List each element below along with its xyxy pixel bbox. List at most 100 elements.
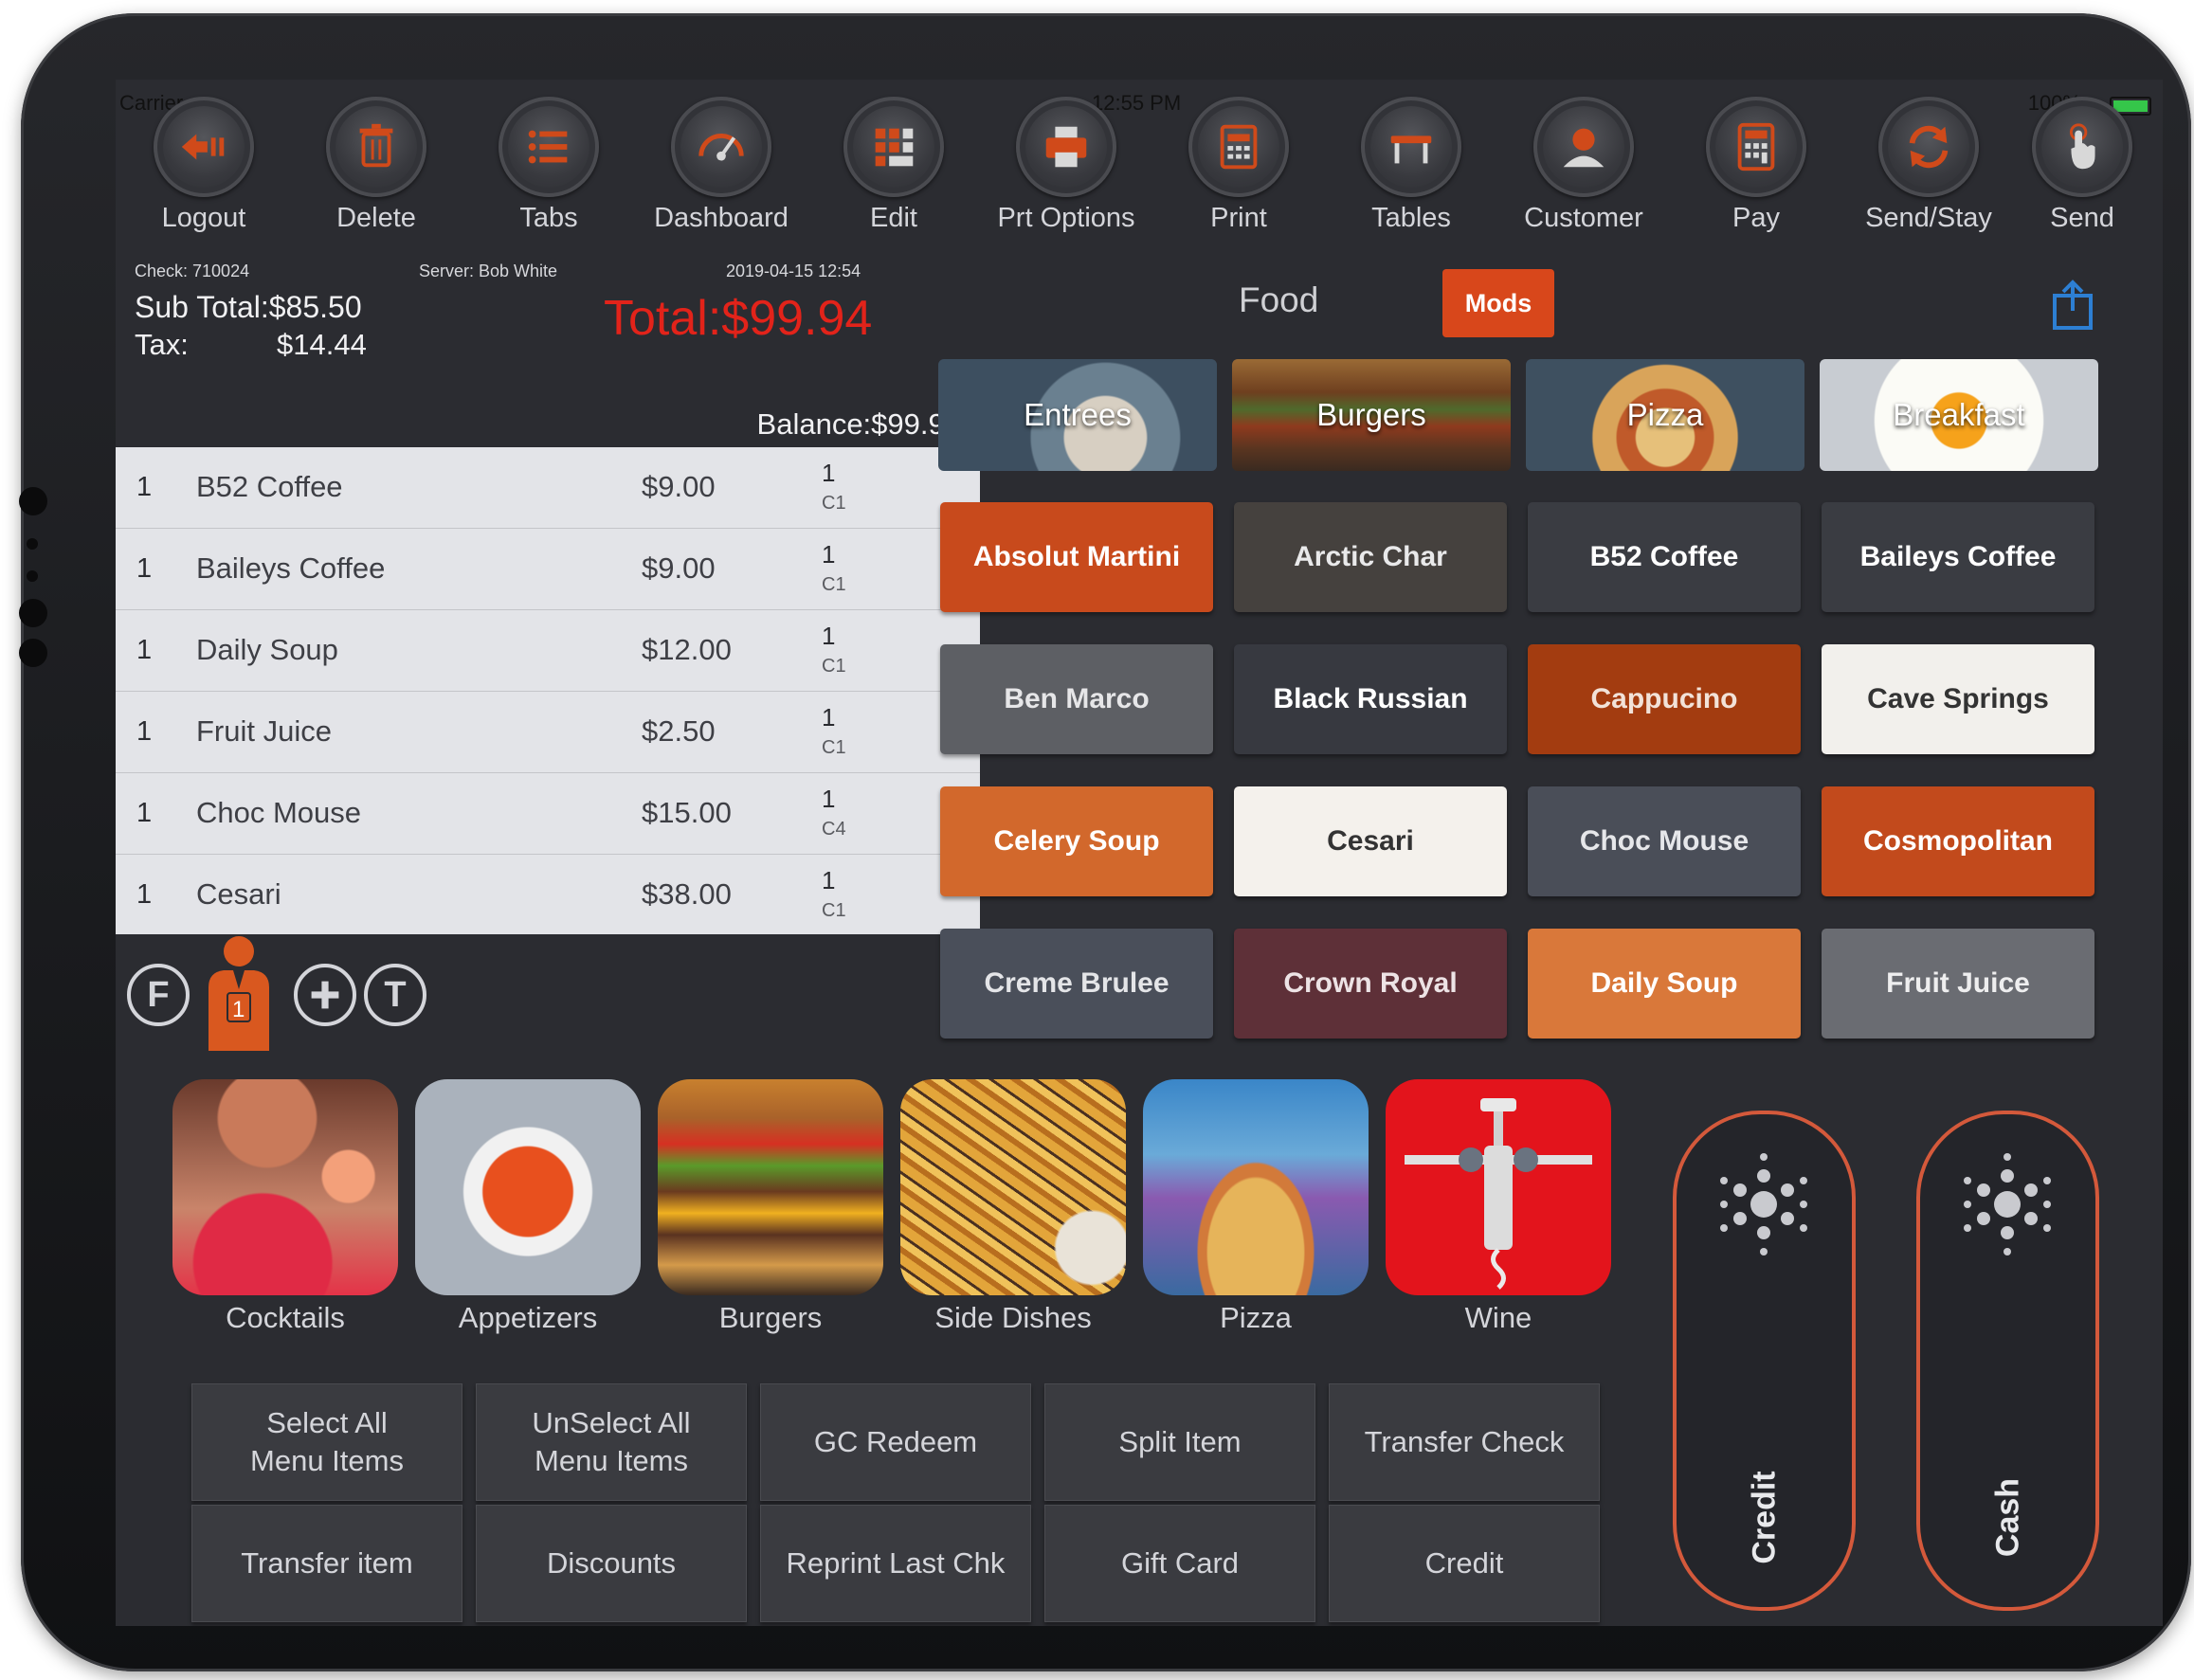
- order-row[interactable]: 1 Baileys Coffee $9.00 1 C1: [116, 529, 980, 610]
- credit-action-button[interactable]: Credit: [1329, 1505, 1600, 1622]
- order-row[interactable]: 1 B52 Coffee $9.00 1 C1: [116, 447, 980, 529]
- order-seat: 1: [822, 622, 836, 650]
- category-burgers[interactable]: Burgers: [1232, 359, 1511, 471]
- category-wine[interactable]: Wine: [1386, 1079, 1611, 1335]
- tabs-button[interactable]: Tabs: [468, 97, 629, 234]
- category-cocktails[interactable]: Cocktails: [172, 1079, 398, 1335]
- list-icon: [499, 97, 599, 197]
- toolbar: Logout Delete Tabs Dashboard Edit Prt Op…: [116, 97, 2163, 248]
- mods-button[interactable]: Mods: [1442, 269, 1554, 337]
- toolbar-label: Customer: [1524, 203, 1643, 233]
- menu-item-button[interactable]: Choc Mouse: [1528, 786, 1801, 896]
- order-row[interactable]: 1 Daily Soup $12.00 1 C1: [116, 610, 980, 692]
- seat-selector[interactable]: 1: [201, 932, 277, 1051]
- credit-pay-button[interactable]: Credit: [1673, 1111, 1856, 1611]
- print-button[interactable]: Print: [1158, 97, 1319, 234]
- order-total: Total:$99.94: [604, 291, 873, 346]
- category-label: Breakfast: [1893, 397, 2025, 432]
- tap-icon: [2032, 97, 2132, 197]
- action-label: Select All: [266, 1406, 388, 1439]
- logout-icon: [154, 97, 254, 197]
- transfer-check-button[interactable]: Transfer Check: [1329, 1383, 1600, 1501]
- category-breakfast[interactable]: Breakfast: [1820, 359, 2098, 471]
- menu-item-button[interactable]: Cosmopolitan: [1822, 786, 2094, 896]
- order-seat: 1: [822, 866, 836, 894]
- menu-item-button[interactable]: Celery Soup: [940, 786, 1213, 896]
- category-pizza-large[interactable]: Pizza: [1143, 1079, 1369, 1335]
- add-seat-button[interactable]: [294, 964, 356, 1026]
- fire-button[interactable]: F: [127, 964, 190, 1026]
- menu-item-button[interactable]: Absolut Martini: [940, 502, 1213, 612]
- toolbar-label: Delete: [336, 203, 416, 233]
- menu-item-button[interactable]: Cappucino: [1528, 644, 1801, 754]
- menu-item-button[interactable]: Arctic Char: [1234, 502, 1507, 612]
- gift-card-button[interactable]: Gift Card: [1044, 1505, 1315, 1622]
- category-label: Pizza: [1220, 1301, 1292, 1334]
- cash-pay-button[interactable]: Cash: [1916, 1111, 2099, 1611]
- contactless-icon: [1720, 1153, 1807, 1255]
- burgers-image: [658, 1079, 883, 1295]
- order-row[interactable]: 1 Fruit Juice $2.50 1 C1: [116, 692, 980, 773]
- category-pizza[interactable]: Pizza: [1526, 359, 1804, 471]
- send-stay-button[interactable]: Send/Stay: [1848, 97, 2009, 234]
- menu-item-button[interactable]: Creme Brulee: [940, 929, 1213, 1039]
- category-label: Appetizers: [458, 1301, 598, 1334]
- edit-button[interactable]: Edit: [813, 97, 974, 234]
- check-datetime: 2019-04-15 12:54: [726, 262, 861, 280]
- share-icon[interactable]: [2049, 279, 2096, 331]
- sync-icon: [1878, 97, 1979, 197]
- balance: Balance:$99.94: [756, 407, 961, 441]
- customer-icon: [1533, 97, 1634, 197]
- toolbar-label: Dashboard: [654, 203, 789, 233]
- order-seat: 1: [822, 540, 836, 569]
- side-button: [19, 599, 47, 627]
- side-dot: [27, 570, 38, 582]
- menu-item-button[interactable]: Crown Royal: [1234, 929, 1507, 1039]
- order-qty: 1: [136, 553, 153, 584]
- category-entrees[interactable]: Entrees: [938, 359, 1217, 471]
- menu-item-button[interactable]: Cave Springs: [1822, 644, 2094, 754]
- toolbar-label: Tabs: [519, 203, 578, 233]
- order-seat: 1: [822, 703, 836, 732]
- transfer-seat-button[interactable]: T: [364, 964, 426, 1026]
- pay-button[interactable]: Pay: [1676, 97, 1837, 234]
- unselect-all-button[interactable]: UnSelect All Menu Items: [476, 1383, 747, 1501]
- pos-screen: Carrier 12:55 PM 100% Logout Delete Tabs…: [116, 80, 2163, 1626]
- menu-item-button[interactable]: Black Russian: [1234, 644, 1507, 754]
- menu-item-button[interactable]: Daily Soup: [1528, 929, 1801, 1039]
- tax-row: Tax: $14.44: [135, 328, 367, 362]
- menu-item-button[interactable]: Baileys Coffee: [1822, 502, 2094, 612]
- send-button[interactable]: Send: [2002, 97, 2163, 234]
- order-price: $12.00: [642, 633, 732, 666]
- print-options-button[interactable]: Prt Options: [986, 97, 1147, 234]
- gc-redeem-button[interactable]: GC Redeem: [760, 1383, 1031, 1501]
- logout-button[interactable]: Logout: [123, 97, 284, 234]
- tables-button[interactable]: Tables: [1331, 97, 1492, 234]
- toolbar-label: Send: [2050, 203, 2114, 233]
- menu-item-button[interactable]: Cesari: [1234, 786, 1507, 896]
- split-item-button[interactable]: Split Item: [1044, 1383, 1315, 1501]
- order-row[interactable]: 1 Cesari $38.00 1 C1: [116, 855, 980, 935]
- menu-item-button[interactable]: Ben Marco: [940, 644, 1213, 754]
- trash-icon: [326, 97, 426, 197]
- side-button: [19, 487, 47, 515]
- side-dot: [27, 538, 38, 550]
- category-side-dishes[interactable]: Side Dishes: [900, 1079, 1126, 1335]
- menu-title: Food: [1239, 280, 1319, 319]
- order-qty: 1: [136, 716, 153, 747]
- reprint-last-check-button[interactable]: Reprint Last Chk: [760, 1505, 1031, 1622]
- table-icon: [1361, 97, 1461, 197]
- discounts-button[interactable]: Discounts: [476, 1505, 747, 1622]
- category-burgers-large[interactable]: Burgers: [658, 1079, 883, 1335]
- transfer-item-button[interactable]: Transfer item: [191, 1505, 462, 1622]
- delete-button[interactable]: Delete: [296, 97, 457, 234]
- order-qty: 1: [136, 472, 153, 502]
- dashboard-button[interactable]: Dashboard: [641, 97, 802, 234]
- category-appetizers[interactable]: Appetizers: [415, 1079, 641, 1335]
- order-row[interactable]: 1 Choc Mouse $15.00 1 C4: [116, 773, 980, 855]
- customer-button[interactable]: Customer: [1503, 97, 1664, 234]
- select-all-button[interactable]: Select All Menu Items: [191, 1383, 462, 1501]
- menu-item-button[interactable]: B52 Coffee: [1528, 502, 1801, 612]
- order-qty: 1: [136, 798, 153, 828]
- menu-item-button[interactable]: Fruit Juice: [1822, 929, 2094, 1039]
